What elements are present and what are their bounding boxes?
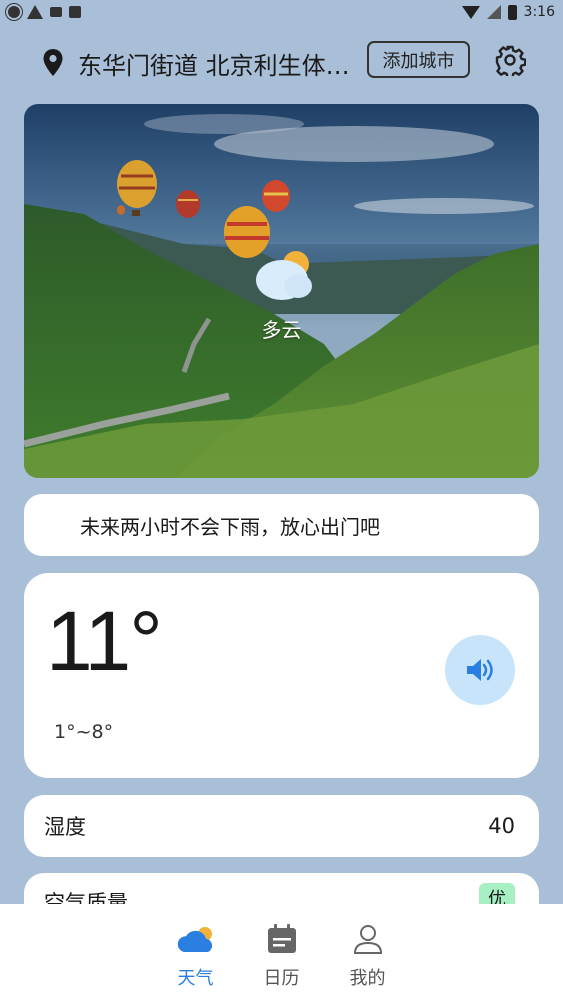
- signal-icon: [486, 5, 501, 19]
- speak-weather-button[interactable]: [445, 635, 515, 705]
- gear-icon[interactable]: [494, 44, 526, 76]
- weather-condition-label: 多云: [261, 318, 302, 342]
- nav-calendar-label: 日历: [263, 968, 300, 989]
- add-city-button[interactable]: 添加城市: [367, 41, 470, 78]
- status-bar: 3:16: [0, 0, 563, 24]
- humidity-label: 湿度: [44, 815, 86, 839]
- warning-icon: [27, 5, 43, 19]
- nav-profile-label: 我的: [349, 968, 386, 989]
- mail-icon: [50, 7, 62, 17]
- current-temperature: 11°: [46, 594, 163, 688]
- temperature-card: 11° 1°~8°: [24, 573, 539, 778]
- location-title[interactable]: 东华门街道 北京利生体…: [78, 46, 356, 81]
- status-left-icons: [8, 5, 81, 19]
- temperature-range: 1°~8°: [54, 721, 114, 743]
- header: 东华门街道 北京利生体… 添加城市: [0, 38, 563, 84]
- humidity-value: 40: [488, 814, 515, 838]
- bottom-nav: 天气 日历 我的: [0, 904, 563, 1000]
- pin-icon[interactable]: [40, 48, 66, 78]
- weather-hero-card: 多云: [24, 104, 539, 478]
- rain-forecast-tip: 未来两小时不会下雨，放心出门吧: [24, 494, 539, 556]
- humidity-card: 湿度 40: [24, 795, 539, 857]
- partly-cloudy-icon: [256, 251, 312, 300]
- status-right-icons: 3:16: [461, 4, 555, 20]
- calendar-icon: [262, 922, 302, 956]
- sun-icon: [8, 6, 20, 18]
- weather-icon: [176, 922, 216, 956]
- profile-icon: [348, 922, 388, 956]
- speaker-icon: [467, 659, 493, 681]
- nav-weather[interactable]: 天气: [166, 922, 226, 1000]
- a-badge-icon: [69, 6, 81, 18]
- tip-text: 未来两小时不会下雨，放心出门吧: [80, 514, 380, 539]
- nav-weather-label: 天气: [177, 968, 214, 989]
- nav-calendar[interactable]: 日历: [252, 922, 312, 1000]
- wifi-icon: [461, 5, 480, 19]
- nav-profile[interactable]: 我的: [338, 922, 398, 1000]
- status-time: 3:16: [523, 4, 555, 20]
- battery-icon: [507, 4, 517, 20]
